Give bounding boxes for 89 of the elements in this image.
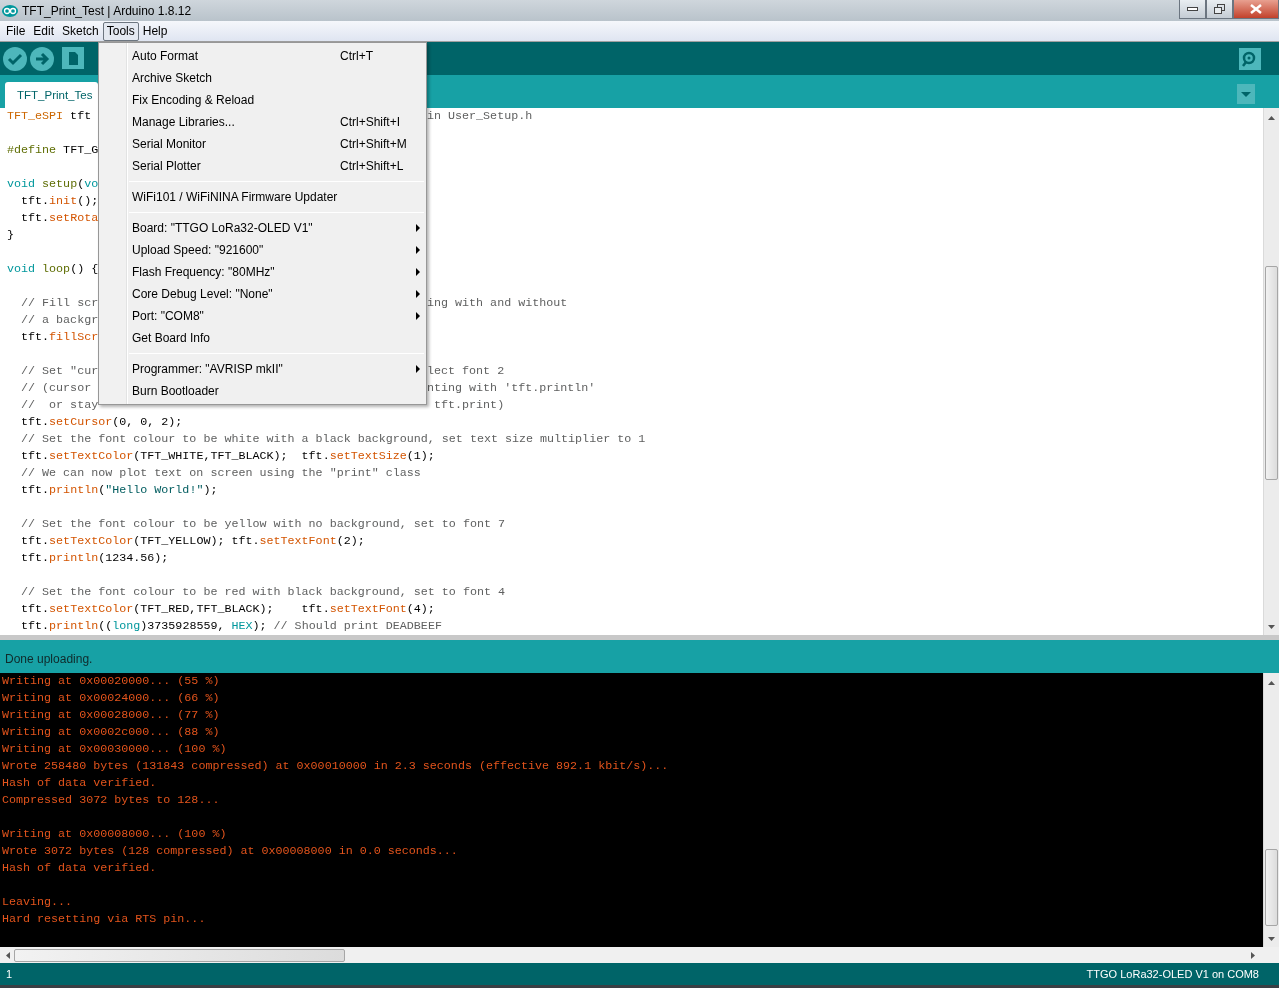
console-line: Writing at 0x00008000... (100 %) <box>2 827 227 841</box>
horizontal-scrollbar[interactable] <box>0 947 1279 963</box>
scroll-thumb[interactable] <box>1265 266 1278 480</box>
menu-item[interactable]: Port: "COM8" <box>99 305 426 327</box>
code-line: // Set "cur <box>20 363 99 380</box>
code-line: // or stay <box>20 397 99 414</box>
code-line: tft.setRota <box>20 210 99 227</box>
code-line: void loop() { <box>7 261 99 278</box>
menu-item[interactable]: Get Board Info <box>99 327 426 349</box>
console-line: Writing at 0x00020000... (55 %) <box>2 674 220 688</box>
console-line: Writing at 0x00028000... (77 %) <box>2 708 220 722</box>
code-line: // Set the font colour to be red with black background, set to font 4 <box>20 584 505 601</box>
scroll-thumb[interactable] <box>1265 849 1278 926</box>
menu-item[interactable]: Programmer: "AVRISP mkII" <box>99 358 426 380</box>
menu-item[interactable]: Core Debug Level: "None" <box>99 283 426 305</box>
code-line: ing with and without <box>427 295 568 312</box>
menu-item[interactable]: Archive Sketch <box>99 67 426 89</box>
menu-item[interactable]: Flash Frequency: "80MHz" <box>99 261 426 283</box>
menu-item[interactable]: Board: "TTGO LoRa32-OLED V1" <box>99 217 426 239</box>
code-line: tft.print) <box>433 397 505 414</box>
console-line: Hash of data verified. <box>2 861 157 875</box>
menu-item[interactable]: Edit <box>29 21 59 41</box>
shortcut: Ctrl+Shift+M <box>340 136 408 153</box>
code-line: tft.setTextColor(TFT_WHITE,TFT_BLACK); tft.setTextSize(1); <box>20 448 435 465</box>
scrollbar[interactable] <box>1263 108 1279 635</box>
console-line: Hard resetting via RTS pin... <box>2 912 206 926</box>
menu-item[interactable]: File <box>2 21 30 41</box>
code-line: // Fill scr <box>20 295 99 312</box>
minimize-icon <box>1187 7 1198 11</box>
console-line: Leaving... <box>2 895 73 909</box>
code-line: lect font 2 <box>427 363 505 380</box>
code-line: tft.init(); <box>20 193 99 210</box>
console-line: Hash of data verified. <box>2 776 157 790</box>
board-info: TTGO LoRa32-OLED V1 on COM8 <box>1086 966 1259 982</box>
editor-tab[interactable]: TFT_Print_Tes <box>5 82 98 108</box>
console-line: Wrote 258480 bytes (131843 compressed) at 0x00010000 in 2.3 seconds (effective 892.1 kbit/s)... <box>2 759 669 773</box>
code-line: void setup(vo <box>7 176 99 193</box>
restore-icon <box>1214 4 1225 14</box>
code-line: // a backgr <box>20 312 99 329</box>
console-line: Writing at 0x00024000... (66 %) <box>2 691 220 705</box>
menu-item[interactable]: Serial Plotter Ctrl+Shift+L <box>99 155 426 177</box>
shortcut: Ctrl+Shift+I <box>340 114 402 131</box>
upload-button[interactable] <box>30 46 54 71</box>
console-line: Compressed 3072 bytes to 128... <box>2 793 220 807</box>
menu-item[interactable]: Fix Encoding & Reload <box>99 89 426 111</box>
shortcut: Ctrl+Shift+L <box>340 158 405 175</box>
code-line: tft.println("Hello World!"); <box>20 482 218 499</box>
new-file-button[interactable] <box>62 46 86 71</box>
scroll-thumb[interactable] <box>14 948 345 962</box>
maximize-button[interactable] <box>1206 0 1233 19</box>
close-button[interactable] <box>1233 0 1279 19</box>
shortcut: Ctrl+T <box>340 48 374 65</box>
code-line: tft.fillScr <box>20 329 99 346</box>
code-line: // Set the font colour to be white with a black background, set text size multiplier to 1 <box>20 431 646 448</box>
close-icon <box>1250 4 1262 14</box>
minimize-button[interactable] <box>1179 0 1206 19</box>
code-line: #define TFT_G <box>7 142 99 159</box>
code-line: // Set the font colour to be yellow with no background, set to font 7 <box>20 516 505 533</box>
console-line: Wrote 3072 bytes (128 compressed) at 0x00008000 in 0.0 seconds... <box>2 844 458 858</box>
menu-item[interactable]: Sketch <box>58 21 103 41</box>
code-line: TFT_eSPI tft <box>7 108 92 125</box>
code-line: // (cursor <box>20 380 92 397</box>
code-line: } <box>7 227 14 244</box>
code-line: tft.setCursor(0, 0, 2); <box>20 414 183 431</box>
menu-item[interactable]: Help <box>138 21 172 41</box>
menu-item[interactable]: Upload Speed: "921600" <box>99 239 426 261</box>
code-line: nting with 'tft.println' <box>427 380 596 397</box>
line-number: 1 <box>6 966 13 982</box>
serial-monitor-button[interactable] <box>1239 47 1261 70</box>
scrollbar[interactable] <box>1263 673 1279 947</box>
app-logo-icon <box>2 4 18 17</box>
console-line: Writing at 0x0002c000... (88 %) <box>2 725 220 739</box>
menu-item[interactable]: Serial Monitor Ctrl+Shift+M <box>99 133 426 155</box>
status-message: Done uploading. <box>5 652 93 666</box>
menu-item[interactable]: Tools <box>102 21 139 41</box>
menu-item[interactable]: WiFi101 / WiFiNINA Firmware Updater <box>99 186 426 208</box>
tab-menu-button[interactable] <box>1237 84 1255 104</box>
menu-item[interactable]: Burn Bootloader <box>99 380 426 402</box>
code-line: in User_Setup.h <box>427 108 533 125</box>
menu-item[interactable]: Manage Libraries... Ctrl+Shift+I <box>99 111 426 133</box>
console-line: Writing at 0x00030000... (100 %) <box>2 742 227 756</box>
window-title: TFT_Print_Test | Arduino 1.8.12 <box>22 2 192 20</box>
menu-item[interactable]: Auto Format Ctrl+T <box>99 45 426 67</box>
code-line: tft.setTextColor(TFT_YELLOW); tft.setTextFont(2); <box>20 533 365 550</box>
verify-button[interactable] <box>3 46 27 71</box>
code-line: tft.println(1234.56); <box>20 550 169 567</box>
code-line: // We can now plot text on screen using the "print" class <box>20 465 421 482</box>
code-line: tft.setTextColor(TFT_RED,TFT_BLACK); tft.setTextFont(4); <box>20 601 435 618</box>
code-line: tft.println((long)3735928559, HEX); // Should print DEADBEEF <box>20 618 442 635</box>
